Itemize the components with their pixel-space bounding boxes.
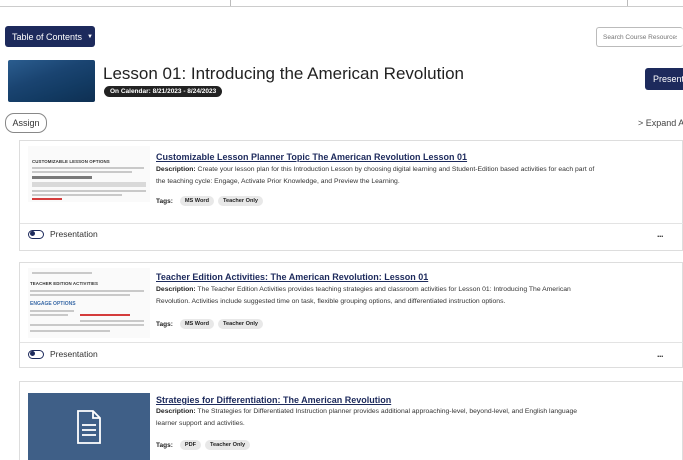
lesson-banner-image — [8, 60, 95, 102]
more-icon[interactable]: ... — [657, 349, 664, 359]
toggle-label: Presentation — [50, 229, 98, 239]
toggle-icon[interactable] — [28, 229, 44, 239]
tag: PDF — [179, 440, 202, 450]
resource-description: Description: The Strategies for Differen… — [156, 406, 596, 429]
card-divider — [20, 223, 683, 224]
toc-label: Table of Contents — [12, 31, 83, 42]
resource-title-link[interactable]: Strategies for Differentiation: The Amer… — [156, 395, 391, 405]
tag: Teacher Only — [218, 196, 264, 206]
resource-title-link[interactable]: Teacher Edition Activities: The American… — [156, 272, 428, 282]
description-label: Description: — [156, 166, 196, 173]
resource-card: CUSTOMIZABLE LESSON OPTIONS Customizable… — [19, 140, 683, 251]
description-text: The Teacher Edition Activities provides … — [156, 286, 571, 305]
resource-description: Description: The Teacher Edition Activit… — [156, 284, 596, 307]
tag: Teacher Only — [218, 319, 264, 329]
tag-list: Tags: PDF Teacher Only — [156, 440, 251, 450]
lesson-title: Lesson 01: Introducing the American Revo… — [103, 64, 465, 83]
tag: MS Word — [179, 319, 214, 329]
resource-title-link[interactable]: Customizable Lesson Planner Topic The Am… — [156, 152, 467, 162]
assign-button[interactable]: Assign — [5, 113, 47, 133]
tags-label: Tags: — [156, 320, 173, 328]
resource-thumbnail: CUSTOMIZABLE LESSON OPTIONS — [28, 146, 150, 202]
top-frame — [0, 0, 683, 7]
tag: MS Word — [179, 196, 214, 206]
resource-thumbnail — [28, 393, 150, 460]
tags-label: Tags: — [156, 441, 173, 449]
lesson-header: Lesson 01: Introducing the American Revo… — [5, 60, 683, 102]
resource-thumbnail: TEACHER EDITION ACTIVITIES ENGAGE OPTION… — [28, 268, 150, 338]
frame-rule — [0, 6, 683, 7]
document-icon — [77, 409, 101, 444]
present-button[interactable]: Present — [645, 68, 683, 90]
toggle-icon[interactable] — [28, 349, 44, 359]
description-label: Description: — [156, 408, 196, 415]
more-icon[interactable]: ... — [657, 229, 664, 239]
tags-label: Tags: — [156, 197, 173, 205]
tag-list: Tags: MS Word Teacher Only — [156, 319, 264, 329]
description-text: Create your lesson plan for this Introdu… — [156, 166, 595, 185]
presentation-toggle-row: Presentation — [28, 229, 98, 239]
tag: Teacher Only — [205, 440, 251, 450]
description-text: The Strategies for Differentiated Instru… — [156, 408, 578, 427]
thumb-subheading: ENGAGE OPTIONS — [30, 301, 76, 307]
resource-card: Strategies for Differentiation: The Amer… — [19, 381, 683, 460]
thumb-heading: CUSTOMIZABLE LESSON OPTIONS — [32, 159, 110, 164]
calendar-badge: On Calendar: 8/21/2023 - 8/24/2023 — [104, 86, 223, 97]
presentation-toggle-row: Presentation — [28, 349, 98, 359]
search-input[interactable] — [596, 27, 683, 47]
description-label: Description: — [156, 286, 196, 293]
thumb-heading: TEACHER EDITION ACTIVITIES — [30, 281, 99, 286]
expand-all-link[interactable]: > Expand A — [638, 118, 683, 128]
resource-description: Description: Create your lesson plan for… — [156, 164, 596, 187]
card-divider — [20, 342, 683, 343]
tag-list: Tags: MS Word Teacher Only — [156, 196, 264, 206]
toggle-label: Presentation — [50, 349, 98, 359]
resource-card: TEACHER EDITION ACTIVITIES ENGAGE OPTION… — [19, 262, 683, 368]
caret-down-icon: ▼ — [87, 33, 93, 40]
table-of-contents-button[interactable]: Table of Contents ▼ — [5, 26, 95, 47]
